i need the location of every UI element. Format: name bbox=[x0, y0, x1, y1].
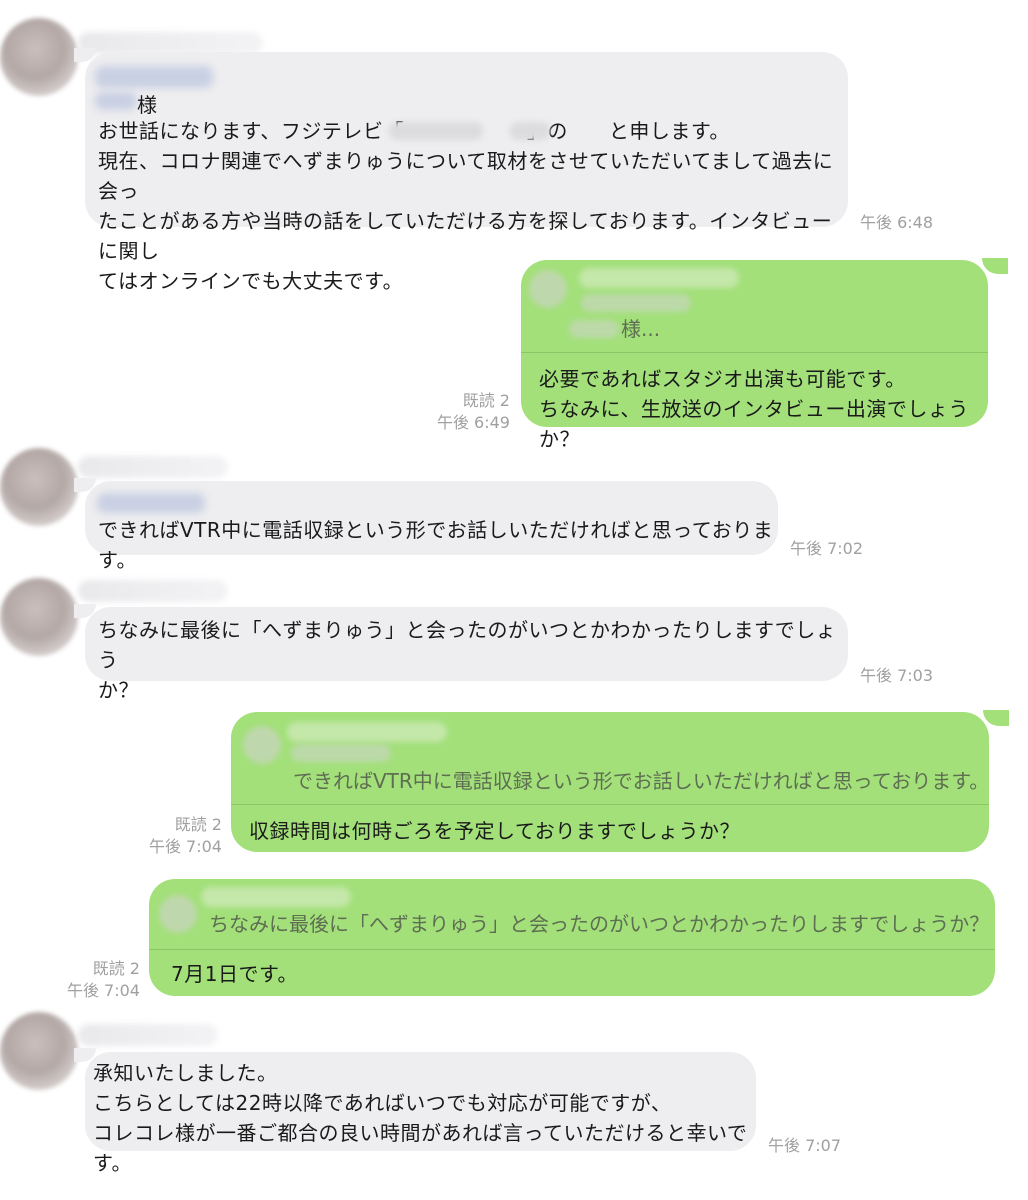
quoted-avatar bbox=[243, 726, 281, 764]
quoted-text: できればVTR中に電話収録という形でお話しいただければと思っております。 bbox=[293, 769, 990, 793]
read-receipt: 既読 2 bbox=[174, 815, 222, 834]
quoted-sender-name bbox=[201, 887, 351, 907]
quoted-redacted bbox=[581, 294, 691, 312]
outgoing-message-bubble[interactable]: ちなみに最後に「へずまりゅう」と会ったのがいつとかわかったりしますでしょうか？ … bbox=[149, 879, 995, 996]
sender-avatar[interactable] bbox=[0, 448, 78, 526]
outgoing-message-bubble[interactable]: できればVTR中に電話収録という形でお話しいただければと思っております。 収録時… bbox=[231, 712, 989, 852]
read-receipt: 既読 2 bbox=[92, 959, 140, 978]
bubble-tail bbox=[982, 258, 1008, 274]
message-text: できればVTR中に電話収録という形でお話しいただければと思っております。 bbox=[98, 518, 774, 572]
quoted-text: 様... bbox=[621, 317, 661, 341]
incoming-message-bubble[interactable]: 承知いたしました。 こちらとしては22時以降であればいつでも対応が可能ですが、 … bbox=[85, 1052, 756, 1175]
quoted-avatar bbox=[159, 895, 197, 933]
message-timestamp: 午後 7:04 bbox=[66, 981, 140, 1000]
quote-divider bbox=[231, 804, 989, 805]
message-text: 収録時間は何時ごろを予定しておりますでしょうか？ bbox=[249, 819, 740, 843]
quoted-avatar bbox=[529, 270, 567, 308]
sender-name bbox=[78, 32, 263, 54]
redacted-recipient bbox=[97, 493, 205, 513]
redacted-recipient bbox=[95, 66, 213, 88]
message-timestamp: 午後 6:48 bbox=[860, 213, 934, 232]
sender-avatar[interactable] bbox=[0, 1012, 78, 1090]
message-text: ちなみに最後に「へずまりゅう」と会ったのがいつとかわかったりしますでしょう か？ bbox=[98, 618, 837, 702]
quoted-text: ちなみに最後に「へずまりゅう」と会ったのがいつとかわかったりしますでしょうか？ bbox=[209, 912, 990, 936]
bubble-tail bbox=[983, 710, 1009, 726]
outgoing-message-bubble[interactable]: 様... 必要であればスタジオ出演も可能です。 ちなみに、生放送のインタビュー出… bbox=[521, 260, 988, 451]
sender-name bbox=[78, 456, 228, 478]
redacted-recipient-name bbox=[95, 92, 137, 110]
incoming-message-bubble[interactable]: 様 お世話になります、フジテレビ「 」の と申します。 現在、コロナ関連でへずま… bbox=[85, 52, 848, 293]
sender-avatar[interactable] bbox=[0, 18, 78, 96]
sender-avatar[interactable] bbox=[0, 578, 78, 656]
quoted-sender-name bbox=[287, 722, 447, 742]
quote-divider bbox=[149, 949, 995, 950]
quote-divider bbox=[521, 352, 988, 353]
sender-name bbox=[78, 580, 228, 602]
message-timestamp: 午後 7:04 bbox=[148, 837, 222, 856]
message-timestamp: 午後 7:03 bbox=[860, 666, 934, 685]
sender-name bbox=[78, 1024, 218, 1046]
message-timestamp: 午後 7:07 bbox=[768, 1136, 842, 1155]
quoted-redacted bbox=[569, 320, 619, 338]
redacted-program-name bbox=[389, 122, 483, 140]
message-text: 承知いたしました。 こちらとしては22時以降であればいつでも対応が可能ですが、 … bbox=[93, 1061, 748, 1175]
quoted-redacted bbox=[291, 744, 391, 762]
quoted-sender-name bbox=[579, 268, 739, 288]
incoming-message-bubble[interactable]: ちなみに最後に「へずまりゅう」と会ったのがいつとかわかったりしますでしょう か？ bbox=[85, 607, 848, 702]
message-timestamp: 午後 6:49 bbox=[436, 413, 510, 432]
redacted-sender-name bbox=[510, 122, 550, 140]
message-text: 7月1日です。 bbox=[171, 962, 298, 986]
message-timestamp: 午後 7:02 bbox=[790, 539, 864, 558]
incoming-message-bubble[interactable]: できればVTR中に電話収録という形でお話しいただければと思っております。 bbox=[85, 481, 778, 572]
message-text: 必要であればスタジオ出演も可能です。 ちなみに、生放送のインタビュー出演でしょう… bbox=[539, 367, 969, 451]
read-receipt: 既読 2 bbox=[462, 391, 510, 410]
